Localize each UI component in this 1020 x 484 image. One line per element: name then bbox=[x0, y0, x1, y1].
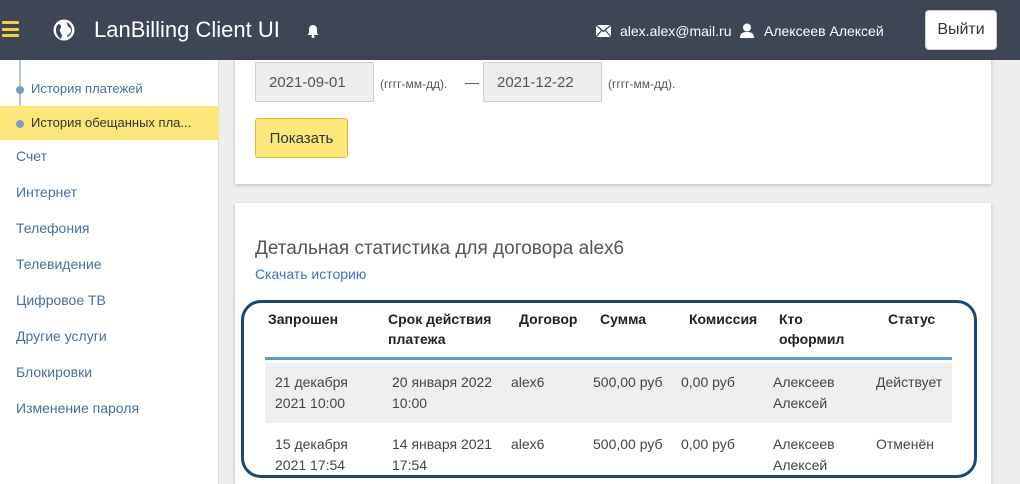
sidebar-subitem-label: История платежей bbox=[31, 81, 143, 96]
user-email: alex.alex@mail.ru bbox=[620, 23, 732, 39]
sidebar-subitem-label: История обещанных пла... bbox=[31, 115, 192, 130]
top-header: LanBilling Client UI alex.alex@mail.ru А… bbox=[0, 0, 1020, 60]
column-header: Сумма bbox=[600, 311, 647, 327]
cell-issued-by: Алексеев Алексей bbox=[773, 436, 835, 473]
cell-amount: 500,00 руб bbox=[593, 374, 663, 390]
cell-contract: alex6 bbox=[511, 436, 545, 452]
stats-title: Детальная статистика для договора alex6 bbox=[255, 238, 625, 259]
bullet-icon bbox=[16, 120, 24, 128]
cell-requested: 21 декабря 2021 10:00 bbox=[275, 374, 348, 411]
sidebar-item-telephony[interactable]: Телефония bbox=[16, 220, 89, 236]
cell-amount: 500,00 руб bbox=[593, 436, 663, 452]
cell-commission: 0,00 руб bbox=[681, 436, 735, 452]
filter-card: (гггг-мм-дд). — (гггг-мм-дд). Показать bbox=[235, 60, 991, 184]
sidebar-item-change-password[interactable]: Изменение пароля bbox=[16, 400, 139, 416]
mail-icon bbox=[596, 25, 611, 37]
promised-payments-table: Запрошен Срок действия платежа Договор С… bbox=[241, 300, 977, 478]
sidebar-subitem-promised-payments[interactable]: История обещанных пла... bbox=[0, 106, 219, 140]
column-header: Запрошен bbox=[268, 311, 339, 327]
bell-icon[interactable] bbox=[306, 24, 320, 38]
brand-title[interactable]: LanBilling Client UI bbox=[94, 17, 280, 43]
date-format-hint: (гггг-мм-дд). bbox=[380, 77, 448, 91]
sidebar-item-internet[interactable]: Интернет bbox=[16, 184, 77, 200]
bullet-icon bbox=[16, 86, 24, 94]
column-header: Статус bbox=[888, 311, 936, 327]
sidebar-item-television[interactable]: Телевидение bbox=[16, 256, 102, 272]
table-row: 15 декабря 2021 17:54 14 января 2021 17:… bbox=[265, 425, 952, 475]
sidebar: История платежей История обещанных пла..… bbox=[0, 60, 219, 484]
cell-expires: 20 января 2022 10:00 bbox=[392, 374, 493, 411]
cell-contract: alex6 bbox=[511, 374, 545, 390]
cell-commission: 0,00 руб bbox=[681, 374, 735, 390]
cell-status: Действует bbox=[876, 374, 943, 390]
column-header: Договор bbox=[519, 311, 578, 327]
cell-expires: 14 января 2021 17:54 bbox=[392, 436, 493, 473]
column-header: Комиссия bbox=[689, 311, 758, 327]
cell-issued-by: Алексеев Алексей bbox=[773, 374, 835, 411]
stats-card: Детальная статистика для договора alex6 … bbox=[235, 203, 991, 484]
date-to-input[interactable] bbox=[483, 62, 602, 102]
globe-icon bbox=[53, 19, 75, 41]
user-name: Алексеев Алексей bbox=[764, 23, 884, 39]
column-header: Кто оформил bbox=[779, 311, 845, 347]
logout-button[interactable]: Выйти bbox=[925, 10, 997, 50]
column-header: Срок действия платежа bbox=[388, 311, 492, 347]
sidebar-item-digital-tv[interactable]: Цифровое ТВ bbox=[16, 292, 106, 308]
sidebar-subitem-payment-history[interactable]: История платежей bbox=[0, 72, 219, 106]
date-range-dash: — bbox=[465, 74, 479, 90]
show-button[interactable]: Показать bbox=[255, 118, 348, 158]
cell-status: Отменён bbox=[876, 436, 934, 452]
menu-icon[interactable] bbox=[2, 21, 19, 37]
sidebar-item-blocks[interactable]: Блокировки bbox=[16, 364, 92, 380]
cell-requested: 15 декабря 2021 17:54 bbox=[275, 436, 348, 473]
header-divider bbox=[265, 357, 952, 360]
table-row: 21 декабря 2021 10:00 20 января 2022 10:… bbox=[265, 363, 952, 423]
date-format-hint: (гггг-мм-дд). bbox=[608, 77, 676, 91]
date-from-input[interactable] bbox=[255, 62, 374, 102]
sidebar-item-other-services[interactable]: Другие услуги bbox=[16, 328, 107, 344]
sidebar-item-account[interactable]: Счет bbox=[16, 148, 47, 164]
download-history-link[interactable]: Скачать историю bbox=[255, 266, 366, 282]
user-icon bbox=[740, 23, 754, 38]
